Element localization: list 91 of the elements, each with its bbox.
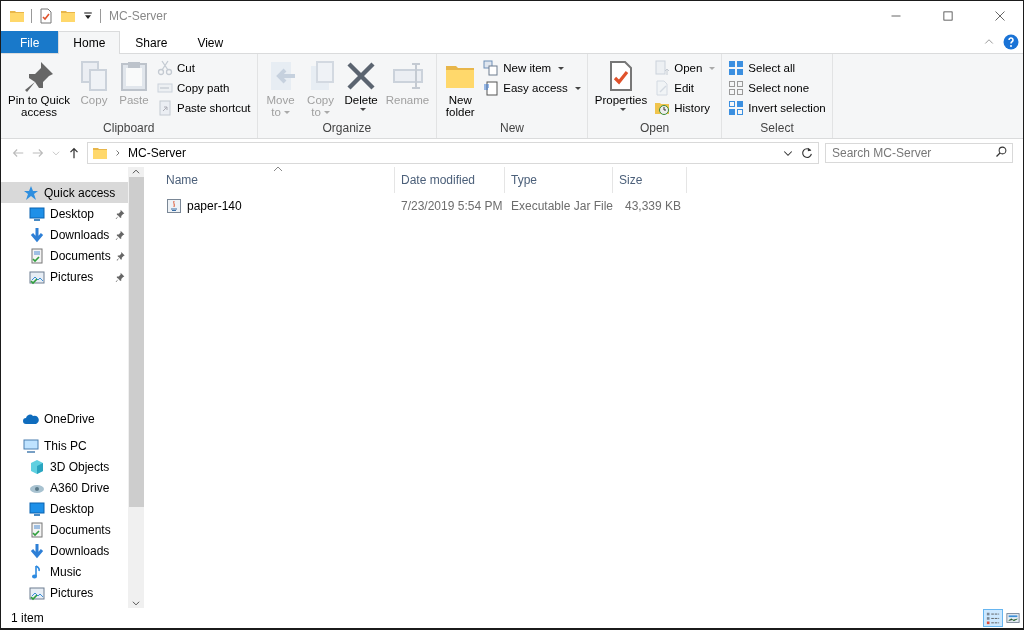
nav-item[interactable]: Pictures bbox=[1, 582, 128, 603]
ribbon-button[interactable]: Properties bbox=[591, 58, 651, 120]
picture-icon bbox=[29, 584, 45, 601]
ribbon-button[interactable]: Select all bbox=[726, 59, 828, 77]
nav-item[interactable]: Quick access bbox=[1, 182, 128, 203]
document-icon bbox=[654, 60, 671, 76]
ribbon-tab[interactable]: Home bbox=[58, 31, 121, 54]
ribbon-button[interactable]: New item bbox=[481, 59, 583, 77]
address-bar[interactable]: MC-Server bbox=[87, 142, 819, 164]
nav-item[interactable]: Desktop bbox=[1, 203, 128, 224]
nav-item[interactable]: A360 Drive bbox=[1, 477, 128, 498]
ribbon-tab[interactable]: File bbox=[1, 31, 59, 53]
column-header[interactable]: Size bbox=[613, 167, 687, 193]
column-header[interactable]: Name bbox=[160, 167, 395, 193]
picture-icon bbox=[29, 268, 45, 285]
jar-file-icon bbox=[166, 198, 182, 214]
grid-icon bbox=[728, 80, 745, 96]
delete-icon bbox=[345, 60, 378, 92]
group-label: Open bbox=[638, 120, 671, 137]
ribbon-button[interactable]: Pin to Quick access bbox=[5, 58, 73, 120]
nav-item[interactable]: Documents bbox=[1, 245, 128, 266]
ribbon-button[interactable]: History bbox=[652, 99, 718, 117]
group-label: New bbox=[499, 120, 525, 137]
nav-item[interactable]: Pictures bbox=[1, 266, 128, 287]
ribbon-button[interactable]: New folder bbox=[441, 58, 480, 120]
path-segment[interactable]: MC-Server bbox=[128, 146, 186, 160]
ribbon-button[interactable]: Delete bbox=[341, 58, 381, 120]
folder-icon bbox=[92, 145, 108, 161]
ribbon-tab[interactable]: View bbox=[182, 31, 239, 53]
up-arrow-icon bbox=[67, 146, 81, 160]
column-header[interactable]: Date modified bbox=[395, 167, 505, 193]
folder-icon bbox=[9, 8, 25, 24]
checkmark-document-icon bbox=[38, 8, 54, 24]
cube-icon bbox=[29, 458, 45, 475]
download-icon bbox=[29, 226, 45, 243]
ribbon-button[interactable]: Select none bbox=[726, 79, 828, 97]
rename-icon bbox=[391, 60, 424, 92]
back-arrow-icon bbox=[11, 146, 25, 160]
help-icon bbox=[1003, 34, 1019, 50]
picture-icon bbox=[1006, 611, 1020, 625]
new-item-icon bbox=[483, 60, 500, 76]
scrollbar[interactable] bbox=[128, 167, 144, 608]
monitor-icon bbox=[29, 500, 45, 517]
ribbon-button[interactable]: Invert selection bbox=[726, 99, 828, 117]
file-name[interactable]: paper-140 bbox=[187, 199, 242, 213]
chevron-down-icon bbox=[51, 148, 61, 158]
clipboard-icon bbox=[118, 60, 150, 92]
nav-item[interactable]: Downloads bbox=[1, 540, 128, 561]
list-view-icon bbox=[986, 611, 1000, 625]
table-cell-text: Executable Jar File bbox=[510, 199, 613, 213]
column-header[interactable]: Type bbox=[505, 167, 613, 193]
nav-item[interactable]: Downloads bbox=[1, 224, 128, 245]
window-title: MC-Server bbox=[109, 9, 167, 23]
nav-item[interactable]: This PC bbox=[1, 435, 128, 456]
pin-icon bbox=[23, 60, 55, 92]
close-icon bbox=[994, 10, 1006, 22]
document-icon bbox=[29, 521, 45, 538]
group-label: Organize bbox=[321, 120, 373, 137]
ribbon-button[interactable]: Easy access bbox=[481, 79, 583, 97]
details-view-button[interactable] bbox=[983, 609, 1003, 627]
star-icon bbox=[23, 184, 39, 201]
search-field[interactable]: Search MC-Server bbox=[825, 143, 1013, 163]
item-count: 1 item bbox=[11, 611, 44, 625]
shortcut-icon bbox=[157, 100, 173, 116]
nav-item[interactable]: 3D Objects bbox=[1, 456, 128, 477]
download-icon bbox=[29, 542, 45, 559]
group-label: Clipboard bbox=[102, 120, 156, 137]
nav-item[interactable]: Documents bbox=[1, 519, 128, 540]
document-icon bbox=[29, 247, 45, 264]
group-label: Select bbox=[759, 120, 795, 137]
forward-arrow-icon bbox=[31, 146, 45, 160]
monitor-icon bbox=[29, 205, 45, 222]
scissors-icon bbox=[157, 60, 173, 76]
edit-icon bbox=[654, 80, 671, 96]
grid-icon bbox=[728, 100, 745, 116]
grid-icon bbox=[728, 60, 745, 76]
nav-item[interactable]: Desktop bbox=[1, 498, 128, 519]
copy-icon bbox=[78, 60, 110, 92]
nav-item[interactable]: OneDrive bbox=[1, 408, 128, 429]
refresh-icon bbox=[800, 146, 814, 160]
table-cell-text: 7/23/2019 5:54 PM bbox=[400, 199, 504, 213]
monitor-icon bbox=[23, 437, 39, 454]
nav-item[interactable]: Music bbox=[1, 561, 128, 582]
document-icon bbox=[483, 80, 500, 96]
folder-icon bbox=[60, 8, 76, 24]
history-icon bbox=[654, 100, 671, 116]
table-cell-text: 43,339 KB bbox=[623, 199, 682, 213]
chevron-right-icon bbox=[114, 149, 122, 157]
search-icon bbox=[995, 146, 1007, 158]
maximize-icon bbox=[942, 10, 954, 22]
ribbon-tab[interactable]: Share bbox=[120, 31, 183, 53]
